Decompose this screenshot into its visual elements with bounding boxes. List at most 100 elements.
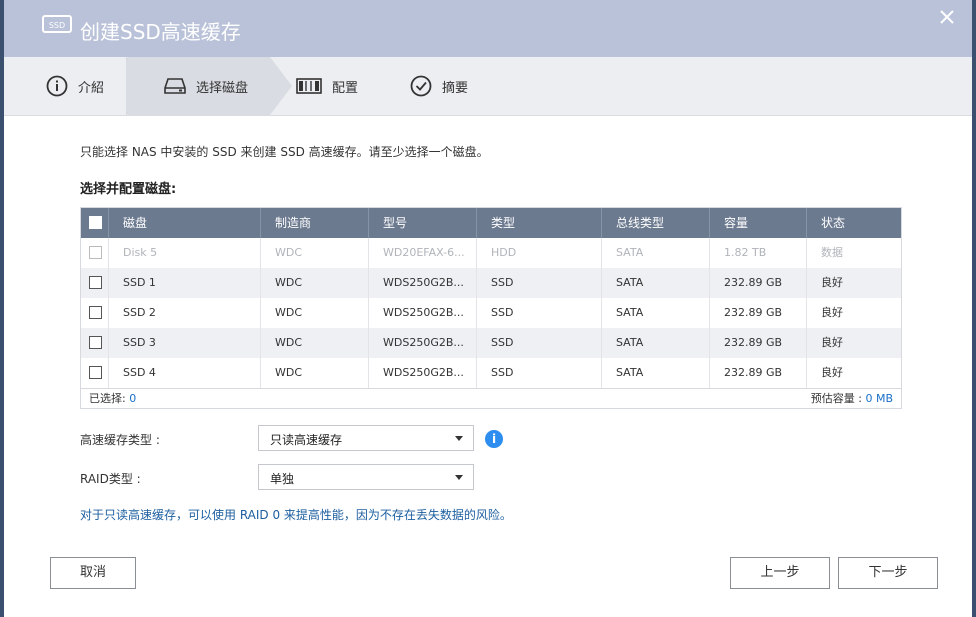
cell-disk: SSD 4 xyxy=(109,358,261,388)
cell-model: WD20EFAX-6... xyxy=(369,238,477,268)
table-row[interactable]: SSD 1 WDC WDS250G2B... SSD SATA 232.89 G… xyxy=(81,268,901,298)
column-header-model[interactable]: 型号 xyxy=(369,208,477,238)
svg-text:SSD: SSD xyxy=(49,21,65,30)
row-checkbox-cell xyxy=(81,298,109,328)
selected-count: 已选择: 0 xyxy=(89,389,136,408)
wizard-steps: 介紹 选择磁盘 配置 摘要 xyxy=(4,57,972,116)
selected-count-label: 已选择: xyxy=(89,392,130,405)
row-checkbox-cell xyxy=(81,328,109,358)
column-header-status[interactable]: 状态 xyxy=(807,208,899,238)
estimated-capacity-value: 0 MB xyxy=(865,392,893,405)
cell-type: SSD xyxy=(477,268,602,298)
estimated-capacity: 预估容量 : 0 MB xyxy=(811,389,893,408)
intro-text: 只能选择 NAS 中安装的 SSD 来创建 SSD 高速缓存。请至少选择一个磁盘… xyxy=(80,145,489,159)
column-header-manufacturer[interactable]: 制造商 xyxy=(261,208,369,238)
cell-capacity: 232.89 GB xyxy=(710,358,807,388)
cell-status: 良好 xyxy=(821,336,843,349)
section-title: 选择并配置磁盘: xyxy=(80,182,177,197)
cell-manufacturer: WDC xyxy=(261,328,369,358)
cell-type: HDD xyxy=(477,238,602,268)
cell-manufacturer: WDC xyxy=(261,358,369,388)
cell-bus-type: SATA xyxy=(602,238,710,268)
table-footer: 已选择: 0 预估容量 : 0 MB xyxy=(81,388,901,408)
cache-type-select[interactable]: 只读高速缓存 xyxy=(258,425,474,451)
dialog-title: 创建SSD高速缓存 xyxy=(80,20,241,44)
step-separator-active xyxy=(270,57,292,115)
cell-type: SSD xyxy=(477,358,602,388)
raid-note: 对于只读高速缓存，可以使用 RAID 0 来提高性能，因为不存在丢失数据的风险。 xyxy=(80,508,512,522)
select-all-checkbox-cell xyxy=(81,208,109,238)
row-checkbox[interactable] xyxy=(89,275,102,289)
row-checkbox[interactable] xyxy=(89,305,102,319)
cache-type-value: 只读高速缓存 xyxy=(270,433,343,447)
estimated-capacity-label: 预估容量 : xyxy=(810,392,866,405)
chevron-down-icon xyxy=(455,436,463,441)
cache-type-label: 高速缓存类型 : xyxy=(80,433,160,447)
close-icon[interactable] xyxy=(936,6,958,28)
step-summary-label: 摘要 xyxy=(442,80,469,96)
cell-model: WDS250G2B... xyxy=(369,298,477,328)
column-header-capacity[interactable]: 容量 xyxy=(710,208,807,238)
back-button[interactable]: 上一步 xyxy=(730,557,830,589)
cell-type: SSD xyxy=(477,298,602,328)
row-checkbox[interactable] xyxy=(89,365,102,379)
step-select-disk-label: 选择磁盘 xyxy=(196,80,249,96)
cell-bus-type: SATA xyxy=(602,268,710,298)
cell-status: 数据 xyxy=(821,246,843,259)
cell-capacity: 1.82 TB xyxy=(710,238,807,268)
cell-status: 良好 xyxy=(821,276,843,289)
cell-type: SSD xyxy=(477,328,602,358)
raid-type-value: 单独 xyxy=(270,472,295,486)
step-intro-label: 介紹 xyxy=(78,80,105,96)
title-bar: SSD 创建SSD高速缓存 xyxy=(4,0,972,57)
cell-bus-type: SATA xyxy=(602,328,710,358)
create-ssd-cache-dialog: SSD 创建SSD高速缓存 介紹 选择磁盘 配置 摘要 只能选择 NAS 中安装… xyxy=(4,0,972,617)
next-button[interactable]: 下一步 xyxy=(838,557,938,589)
cell-bus-type: SATA xyxy=(602,298,710,328)
table-row[interactable]: SSD 4 WDC WDS250G2B... SSD SATA 232.89 G… xyxy=(81,358,901,388)
cell-capacity: 232.89 GB xyxy=(710,298,807,328)
raid-type-select[interactable]: 单独 xyxy=(258,464,474,490)
raid-type-label: RAID类型 : xyxy=(80,472,141,486)
config-icon xyxy=(296,78,322,94)
step-summary: 摘要 xyxy=(410,57,530,115)
table-row[interactable]: SSD 2 WDC WDS250G2B... SSD SATA 232.89 G… xyxy=(81,298,901,328)
chevron-down-icon xyxy=(455,475,463,480)
column-header-type[interactable]: 类型 xyxy=(477,208,602,238)
disk-table: 磁盘 制造商 型号 类型 总线类型 容量 状态 Disk 5 WDC WD20E… xyxy=(80,207,902,409)
row-checkbox[interactable] xyxy=(89,335,102,349)
cell-disk: Disk 5 xyxy=(109,238,261,268)
disk-drive-icon xyxy=(164,78,186,94)
cell-manufacturer: WDC xyxy=(261,268,369,298)
ssd-icon: SSD xyxy=(42,15,72,33)
row-checkbox-cell xyxy=(81,358,109,388)
cell-status: 良好 xyxy=(821,306,843,319)
step-select-disk: 选择磁盘 xyxy=(128,57,270,115)
row-checkbox xyxy=(89,245,102,259)
cell-model: WDS250G2B... xyxy=(369,328,477,358)
column-header-disk[interactable]: 磁盘 xyxy=(109,208,261,238)
selected-count-value: 0 xyxy=(129,392,137,405)
cell-disk: SSD 3 xyxy=(109,328,261,358)
table-header: 磁盘 制造商 型号 类型 总线类型 容量 状态 xyxy=(81,208,901,238)
info-circle-icon xyxy=(46,75,68,97)
row-checkbox-cell xyxy=(81,268,109,298)
step-config-label: 配置 xyxy=(332,80,359,96)
cancel-button[interactable]: 取消 xyxy=(50,557,136,589)
table-row: Disk 5 WDC WD20EFAX-6... HDD SATA 1.82 T… xyxy=(81,238,901,268)
row-checkbox-cell xyxy=(81,238,109,268)
step-intro: 介紹 xyxy=(4,57,128,115)
cell-manufacturer: WDC xyxy=(261,298,369,328)
select-all-checkbox[interactable] xyxy=(89,216,102,229)
table-row[interactable]: SSD 3 WDC WDS250G2B... SSD SATA 232.89 G… xyxy=(81,328,901,358)
column-header-bus-type[interactable]: 总线类型 xyxy=(602,208,710,238)
cell-capacity: 232.89 GB xyxy=(710,268,807,298)
cell-model: WDS250G2B... xyxy=(369,358,477,388)
cell-manufacturer: WDC xyxy=(261,238,369,268)
info-icon[interactable]: i xyxy=(485,430,503,448)
cell-disk: SSD 1 xyxy=(109,268,261,298)
check-circle-icon xyxy=(410,75,432,97)
cell-status: 良好 xyxy=(821,366,843,379)
cell-model: WDS250G2B... xyxy=(369,268,477,298)
cell-bus-type: SATA xyxy=(602,358,710,388)
